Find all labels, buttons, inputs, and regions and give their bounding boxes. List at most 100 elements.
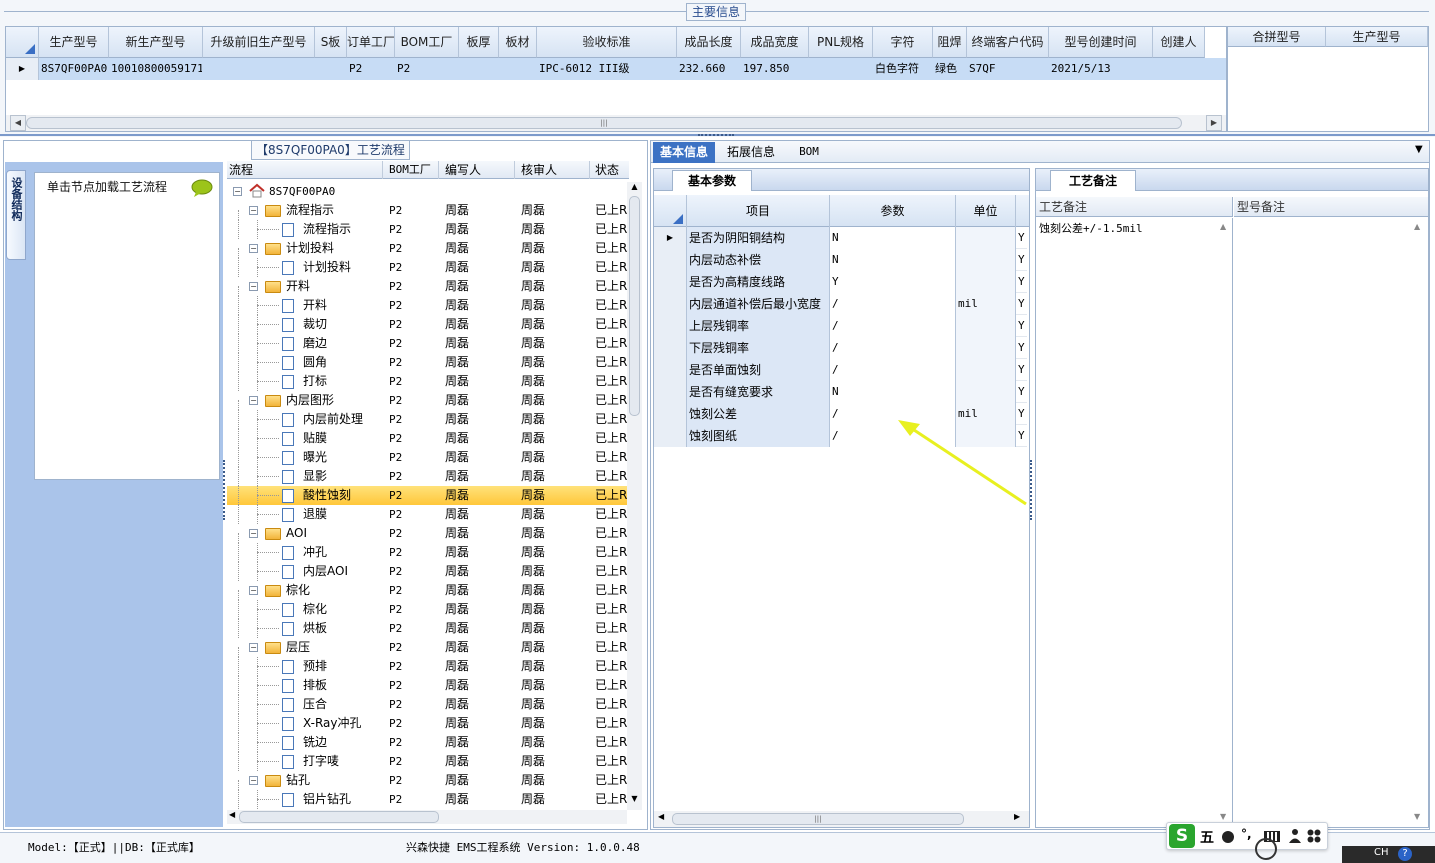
param-value-input[interactable]: / xyxy=(830,359,956,381)
param-value-input[interactable]: / xyxy=(830,293,956,315)
col-header[interactable]: BOM工厂 xyxy=(395,27,459,58)
tab-bom[interactable]: BOM xyxy=(789,142,829,162)
col-header-model[interactable]: 生产型号 xyxy=(1326,27,1428,47)
process-remark-textbox[interactable]: 蚀刻公差+/-1.5mil ▲ ▼ xyxy=(1036,218,1233,826)
col-header[interactable]: 新生产型号 xyxy=(109,27,203,58)
param-value-input[interactable]: N xyxy=(830,227,956,249)
tree-h-scrollbar[interactable]: ◀ xyxy=(227,810,627,824)
tree-row[interactable]: − 内层图形 P2 周磊 周磊 已上R xyxy=(227,391,627,410)
tab-basic-params[interactable]: 基本参数 xyxy=(672,170,752,191)
collapse-icon[interactable]: − xyxy=(249,282,258,291)
tree-row[interactable]: 打字唛 P2 周磊 周磊 已上R xyxy=(227,752,627,771)
scroll-up-icon[interactable]: ▲ xyxy=(1414,222,1420,231)
tree-row[interactable]: 贴膜 P2 周磊 周磊 已上R xyxy=(227,429,627,448)
col-header[interactable]: 订单工厂 xyxy=(347,27,395,58)
col-header[interactable]: 板厚 xyxy=(459,27,499,58)
col-header[interactable]: 升级前旧生产型号 xyxy=(203,27,315,58)
tree-row[interactable]: − 层压 P2 周磊 周磊 已上R xyxy=(227,638,627,657)
collapse-icon[interactable]: − xyxy=(249,776,258,785)
param-value-input[interactable]: Y xyxy=(830,271,956,293)
table-row[interactable]: ▶ 8S7QF00PA0 10010800059171 P2 P2 IPC-6012 I… xyxy=(6,58,1226,80)
scroll-thumb[interactable]: ||| xyxy=(26,117,1182,129)
param-row[interactable]: 上层残铜率 / Y xyxy=(654,315,1027,337)
tree-row[interactable]: 酸性蚀刻 P2 周磊 周磊 已上R xyxy=(227,486,627,505)
tree-row[interactable]: 退膜 P2 周磊 周磊 已上R xyxy=(227,505,627,524)
tree-row[interactable]: 裁切 P2 周磊 周磊 已上R xyxy=(227,315,627,334)
col-header[interactable]: S板 xyxy=(315,27,347,58)
tree-row[interactable]: 内层AOI P2 周磊 周磊 已上R xyxy=(227,562,627,581)
tree-row[interactable]: 铝片钻孔 P2 周磊 周磊 已上R xyxy=(227,790,627,809)
tree-h-thumb[interactable] xyxy=(239,811,439,823)
tree-row[interactable]: 流程指示 P2 周磊 周磊 已上R xyxy=(227,220,627,239)
ime-toolbar[interactable]: S 五 °, xyxy=(1166,822,1328,850)
tree-row[interactable]: 冲孔 P2 周磊 周磊 已上R xyxy=(227,543,627,562)
col-header[interactable]: 成品宽度 xyxy=(741,27,809,58)
h-scrollbar[interactable]: ◀ ||| ▶ xyxy=(6,115,1226,131)
col-header[interactable]: 板材 xyxy=(499,27,537,58)
col-header-merge[interactable]: 合拼型号 xyxy=(1228,27,1326,47)
col-item[interactable]: 项目 xyxy=(687,195,830,227)
scroll-left-icon[interactable]: ◀ xyxy=(10,115,26,131)
scroll-right-icon[interactable]: ▶ xyxy=(1014,812,1020,821)
param-value-input[interactable]: / xyxy=(830,337,956,359)
col-bom-factory[interactable]: BOM工厂 xyxy=(389,161,431,179)
param-row[interactable]: 内层通道补偿后最小宽度 / mil Y xyxy=(654,293,1027,315)
tree-row[interactable]: X-Ray冲孔 P2 周磊 周磊 已上R xyxy=(227,714,627,733)
tree-row[interactable]: 预排 P2 周磊 周磊 已上R xyxy=(227,657,627,676)
tab-menu-icon[interactable]: ▼ xyxy=(1415,144,1423,155)
col-reviewer[interactable]: 核审人 xyxy=(521,161,557,179)
col-header[interactable]: 型号创建时间 xyxy=(1049,27,1153,58)
moon-icon[interactable] xyxy=(1222,831,1234,843)
tree-row[interactable]: 计划投料 P2 周磊 周磊 已上R xyxy=(227,258,627,277)
param-value-input[interactable]: N xyxy=(830,249,956,271)
tree-row[interactable]: − AOI P2 周磊 周磊 已上R xyxy=(227,524,627,543)
tree-row[interactable]: − 棕化 P2 周磊 周磊 已上R xyxy=(227,581,627,600)
tree-row[interactable]: 烘板 P2 周磊 周磊 已上R xyxy=(227,619,627,638)
tree-row[interactable]: 铣边 P2 周磊 周磊 已上R xyxy=(227,733,627,752)
col-header[interactable]: 验收标准 xyxy=(537,27,677,58)
scroll-down-icon[interactable]: ▼ xyxy=(1220,812,1226,821)
col-header[interactable]: 成品长度 xyxy=(677,27,741,58)
collapse-icon[interactable]: − xyxy=(249,586,258,595)
col-header[interactable]: 创建人 xyxy=(1153,27,1205,58)
params-h-scrollbar[interactable]: ◀ ||| ▶ xyxy=(654,811,1029,827)
punct-icon[interactable]: °, xyxy=(1241,827,1252,841)
model-remark-textbox[interactable]: ▲ ▼ xyxy=(1234,218,1428,826)
scroll-up-icon[interactable]: ▲ xyxy=(628,182,641,191)
tree-row[interactable]: 磨边 P2 周磊 周磊 已上R xyxy=(227,334,627,353)
scroll-down-icon[interactable]: ▼ xyxy=(628,794,641,803)
sogou-logo-icon[interactable]: S xyxy=(1169,824,1195,848)
scroll-up-icon[interactable]: ▲ xyxy=(1220,222,1226,231)
tree-v-scrollbar[interactable]: ▲ ▼ xyxy=(627,182,642,810)
tree-row[interactable]: − 钻孔 P2 周磊 周磊 已上R xyxy=(227,771,627,790)
tree-row[interactable]: − 流程指示 P2 周磊 周磊 已上R xyxy=(227,201,627,220)
tree-row[interactable]: − 开料 P2 周磊 周磊 已上R xyxy=(227,277,627,296)
col-unit[interactable]: 单位 xyxy=(956,195,1016,227)
tree-row[interactable]: 打标 P2 周磊 周磊 已上R xyxy=(227,372,627,391)
param-row[interactable]: 内层动态补偿 N Y xyxy=(654,249,1027,271)
param-row[interactable]: ▶ 是否为阴阳铜结构 N Y xyxy=(654,227,1027,249)
scroll-right-icon[interactable]: ▶ xyxy=(1206,115,1222,131)
col-param[interactable]: 参数 xyxy=(830,195,956,227)
tree-row[interactable]: 排板 P2 周磊 周磊 已上R xyxy=(227,676,627,695)
tree-row[interactable]: 显影 P2 周磊 周磊 已上R xyxy=(227,467,627,486)
param-row[interactable]: 是否有缝宽要求 N Y xyxy=(654,381,1027,403)
col-header[interactable]: 生产型号 xyxy=(39,27,109,58)
col-writer[interactable]: 编写人 xyxy=(445,161,481,179)
param-row[interactable]: 是否为高精度线路 Y Y xyxy=(654,271,1027,293)
param-value-input[interactable]: / xyxy=(830,315,956,337)
user-icon[interactable] xyxy=(1289,828,1301,844)
params-h-thumb[interactable]: ||| xyxy=(672,813,964,825)
tree-row[interactable]: 压合 P2 周磊 周磊 已上R xyxy=(227,695,627,714)
col-header[interactable]: 字符 xyxy=(873,27,933,58)
tab-extended-info[interactable]: 拓展信息 xyxy=(721,142,781,162)
scroll-left-icon[interactable]: ◀ xyxy=(658,812,664,821)
help-icon[interactable]: ? xyxy=(1398,847,1412,861)
collapse-icon[interactable]: − xyxy=(249,206,258,215)
scroll-down-icon[interactable]: ▼ xyxy=(1414,812,1420,821)
param-value-input[interactable]: N xyxy=(830,381,956,403)
collapse-icon[interactable]: − xyxy=(249,244,258,253)
scroll-left-icon[interactable]: ◀ xyxy=(229,810,235,819)
collapse-icon[interactable]: − xyxy=(249,643,258,652)
tree-row[interactable]: 棕化 P2 周磊 周磊 已上R xyxy=(227,600,627,619)
